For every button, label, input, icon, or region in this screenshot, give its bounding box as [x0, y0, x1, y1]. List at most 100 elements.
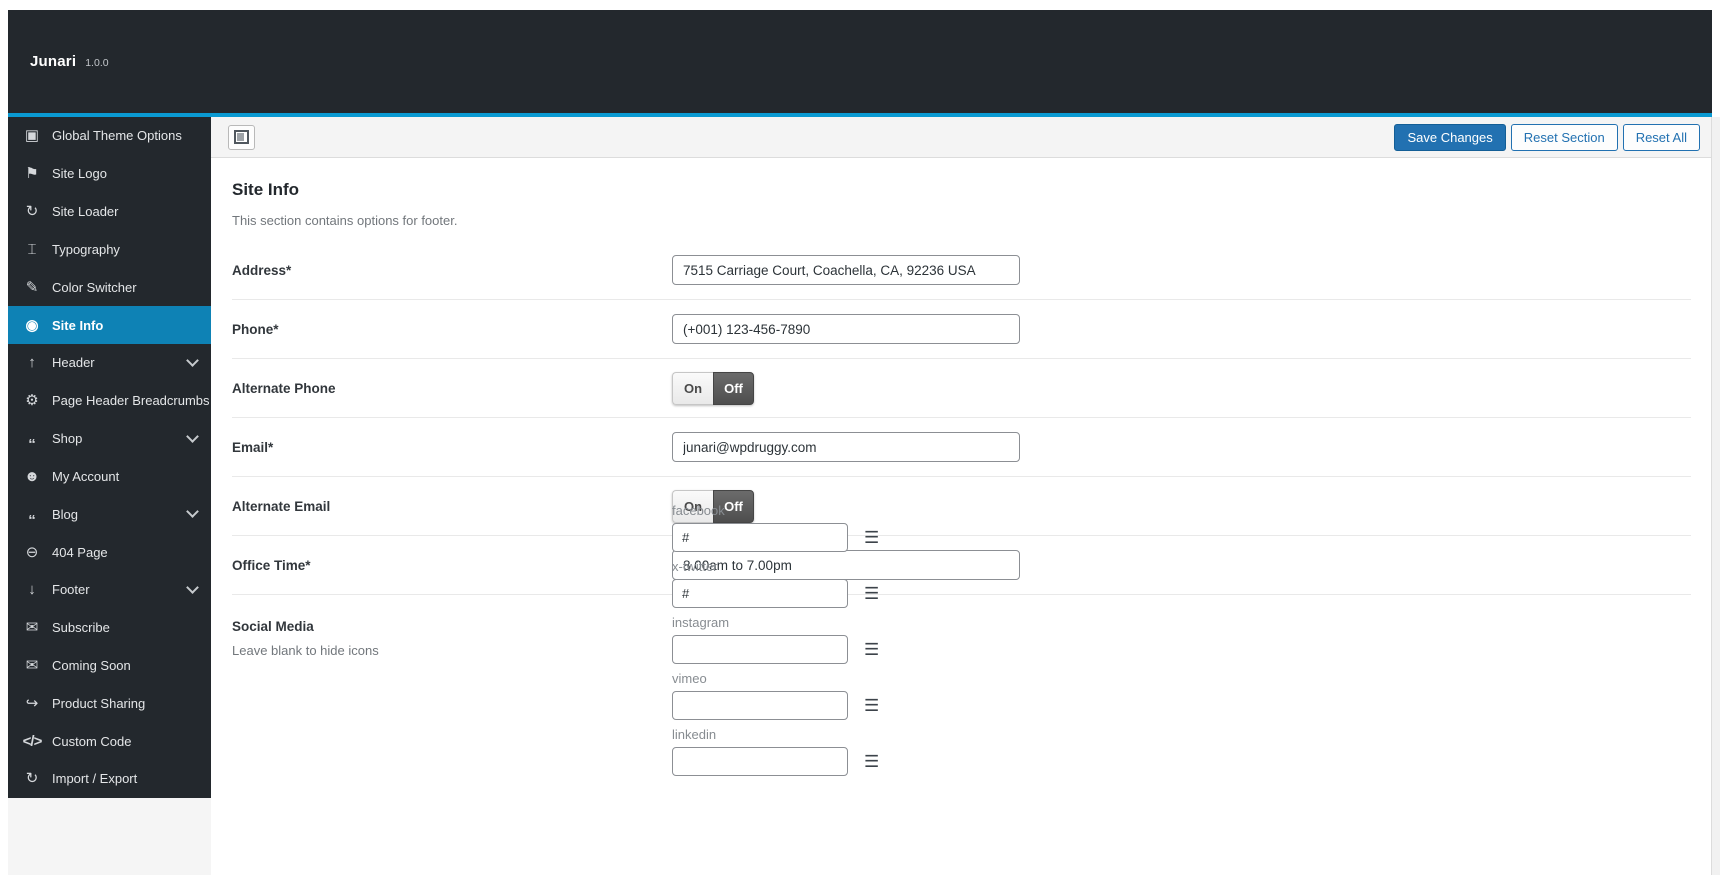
phone-input[interactable]: [672, 314, 1020, 344]
facebook-input[interactable]: [672, 522, 848, 552]
save-changes-button[interactable]: Save Changes: [1394, 123, 1506, 151]
chevron-down-icon: [186, 580, 199, 594]
office-time-label: Office Time*: [232, 557, 311, 573]
x-twitter-input[interactable]: [672, 578, 848, 608]
drag-handle-icon[interactable]: ☰: [864, 697, 879, 714]
sidebar-item-color-switcher[interactable]: ✎ Color Switcher: [8, 268, 211, 306]
social-media-hint: Leave blank to hide icons: [232, 643, 379, 658]
arrow-down-icon: ↓: [28, 581, 36, 599]
chevron-down-icon: [186, 354, 199, 367]
sidebar-item-404-page[interactable]: ⊖ 404 Page: [8, 533, 211, 571]
app-version: 1.0.0: [85, 57, 109, 69]
alternate-phone-label: Alternate Phone: [232, 380, 336, 396]
sidebar-item-footer[interactable]: ↓ Footer: [8, 571, 211, 609]
instagram-input[interactable]: [672, 634, 848, 664]
envelope-icon: ✉: [25, 619, 39, 637]
sidebar-item-typography[interactable]: ⌶ Typography: [8, 230, 211, 268]
sidebar-item-global-theme-options[interactable]: ▣ Global Theme Options: [8, 117, 211, 155]
social-media-label: Social Media: [232, 619, 314, 634]
email-row: Email*: [232, 418, 1691, 477]
vimeo-input[interactable]: [672, 690, 848, 720]
sidebar-item-subscribe[interactable]: ✉ Subscribe: [8, 609, 211, 647]
instagram-label: instagram: [672, 614, 730, 630]
vimeo-label: vimeo: [672, 670, 707, 686]
social-media-labels: Social Media Leave blank to hide icons: [232, 591, 672, 658]
code-icon: </>: [22, 732, 43, 750]
sidebar-item-shop[interactable]: “Shop: [8, 420, 211, 458]
settings-rows: Address* Phone* Alternate Phone On Off E…: [232, 241, 1691, 776]
sidebar: ▣ Global Theme Options ⚑ Site Logo ↻ Site L…: [8, 117, 211, 875]
alternate-email-label: Alternate Email: [232, 498, 331, 514]
sidebar-item-custom-code[interactable]: </> Custom Code: [8, 722, 211, 760]
window-icon: ▣: [24, 127, 40, 145]
page-description: This section contains options for footer…: [232, 213, 458, 228]
social-field-instagram: instagram ☰: [672, 615, 879, 664]
social-field-facebook: facebook ☰: [672, 503, 879, 552]
phone-label: Phone*: [232, 321, 279, 337]
toggle-on-option[interactable]: On: [672, 371, 713, 405]
email-input[interactable]: [672, 432, 1020, 462]
arrow-up-icon: ↑: [28, 354, 36, 372]
sync-icon: ↻: [25, 203, 39, 221]
sidebar-item-site-logo[interactable]: ⚑ Site Logo: [8, 155, 211, 193]
social-field-linkedin: linkedin ☰: [672, 727, 879, 776]
drag-handle-icon[interactable]: ☰: [864, 585, 879, 602]
address-input[interactable]: [672, 255, 1020, 285]
app-brand: Junari: [30, 53, 77, 70]
settings-main: Site Info This section contains options …: [211, 180, 1712, 776]
sidebar-item-page-header-breadcrumbs[interactable]: ⚙ Page Header Breadcrumbs: [8, 382, 211, 420]
drag-handle-icon[interactable]: ☰: [864, 641, 879, 658]
sidebar-item-blog[interactable]: “Blog: [8, 495, 211, 533]
page-title: Site Info: [232, 180, 300, 199]
facebook-label: facebook: [672, 502, 725, 518]
share-icon: ↪: [25, 694, 39, 712]
drag-handle-icon[interactable]: ☰: [864, 529, 879, 546]
sidebar-item-site-info[interactable]: ◉ Site Info: [8, 306, 211, 344]
office-time-row: Office Time*: [232, 536, 1691, 595]
social-field-vimeo: vimeo ☰: [672, 671, 879, 720]
drag-handle-icon[interactable]: ☰: [864, 753, 879, 770]
chevron-down-icon: [186, 505, 199, 519]
ban-icon: ⊖: [25, 543, 39, 561]
alternate-phone-toggle: On Off: [672, 371, 754, 405]
scrollbar-track[interactable]: [1711, 117, 1720, 875]
sidebar-item-site-loader[interactable]: ↻ Site Loader: [8, 193, 211, 231]
phone-row: Phone*: [232, 300, 1691, 359]
social-media-row: Social Media Leave blank to hide icons f…: [232, 503, 1691, 776]
toggle-off-option[interactable]: Off: [713, 371, 754, 405]
linkedin-label: linkedin: [672, 726, 717, 742]
reset-all-button[interactable]: Reset All: [1622, 123, 1700, 151]
toolbar: Save Changes Reset Section Reset All: [211, 117, 1712, 158]
sidebar-item-my-account[interactable]: ☻ My Account: [8, 457, 211, 495]
flag-icon: ⚑: [25, 165, 39, 183]
alternate-email-row: Alternate Email On Off: [232, 477, 1691, 536]
panel-toggle-icon: [234, 130, 249, 144]
gear-icon: ⚙: [25, 392, 39, 410]
sidebar-menu: ▣ Global Theme Options ⚑ Site Logo ↻ Site L…: [8, 117, 211, 798]
address-label: Address*: [232, 262, 292, 278]
sidebar-item-header[interactable]: ↑ Header: [8, 344, 211, 382]
brush-icon: ✎: [25, 278, 39, 296]
sync-icon: ↻: [25, 770, 39, 788]
text-width-icon: ⌶: [27, 240, 37, 258]
sidebar-item-import-export[interactable]: ↻ Import / Export: [8, 760, 211, 798]
reset-section-button[interactable]: Reset Section: [1510, 123, 1618, 151]
map-marker-icon: ◉: [25, 316, 39, 334]
email-label: Email*: [232, 439, 274, 455]
chevron-down-icon: [186, 429, 199, 443]
alternate-phone-row: Alternate Phone On Off: [232, 359, 1691, 418]
app-header: Junari 1.0.0: [8, 10, 1712, 113]
quote-icon: “: [28, 511, 36, 529]
quote-icon: “: [28, 436, 36, 454]
x-twitter-label: x-twitter: [672, 558, 718, 574]
envelope-icon: ✉: [25, 657, 39, 674]
social-media-fields: facebook ☰ x-twitter ☰: [672, 467, 879, 783]
panel-toggle-button[interactable]: [228, 124, 255, 150]
social-field-x-twitter: x-twitter ☰: [672, 559, 879, 608]
address-row: Address*: [232, 241, 1691, 300]
content-panel: Save Changes Reset Section Reset All Sit…: [211, 117, 1712, 875]
linkedin-input[interactable]: [672, 746, 848, 776]
sidebar-item-product-sharing[interactable]: ↪ Product Sharing: [8, 684, 211, 722]
sidebar-item-coming-soon[interactable]: ✉ Coming Soon: [8, 647, 211, 685]
user-icon: ☻: [24, 467, 40, 485]
